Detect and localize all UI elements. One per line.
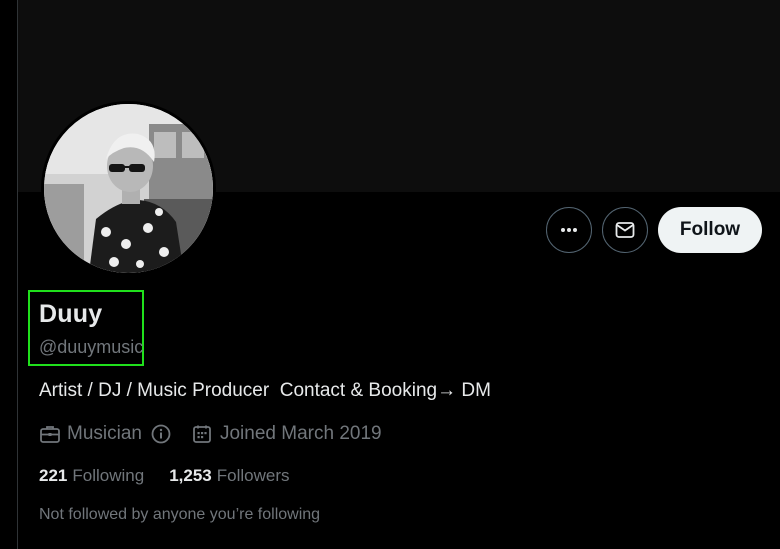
avatar-photo <box>44 104 213 273</box>
avatar[interactable] <box>41 101 216 276</box>
more-button[interactable] <box>546 207 592 253</box>
info-icon[interactable] <box>150 423 172 445</box>
followers-link[interactable]: 1,253 Followers <box>169 466 289 486</box>
briefcase-icon <box>39 423 61 445</box>
follow-button[interactable]: Follow <box>658 207 762 253</box>
not-followed-notice: Not followed by anyone you’re following <box>39 506 321 523</box>
following-label: Following <box>72 466 145 485</box>
calendar-icon <box>191 423 213 445</box>
follow-stats: 221 Following 1,253 Followers <box>39 466 289 486</box>
profile-meta: Musician Joined March 2019 <box>39 422 382 446</box>
message-button[interactable] <box>602 207 648 253</box>
follow-button-label: Follow <box>679 219 741 240</box>
bio: Artist / DJ / Music Producer Contact & B… <box>39 380 491 401</box>
display-name: Duuy <box>39 300 103 328</box>
following-count: 221 <box>39 466 68 485</box>
joined-date: Joined March 2019 <box>219 423 382 444</box>
more-horizontal-icon <box>561 228 577 232</box>
followers-count: 1,253 <box>169 466 212 485</box>
profile-page: Follow Duuy @duuymusic Artist / DJ / Mus… <box>0 0 780 549</box>
followers-label: Followers <box>216 466 290 485</box>
category-label: Musician <box>67 423 142 444</box>
envelope-icon <box>615 222 635 238</box>
following-link[interactable]: 221 Following <box>39 466 144 486</box>
handle: @duuymusic <box>39 337 144 357</box>
